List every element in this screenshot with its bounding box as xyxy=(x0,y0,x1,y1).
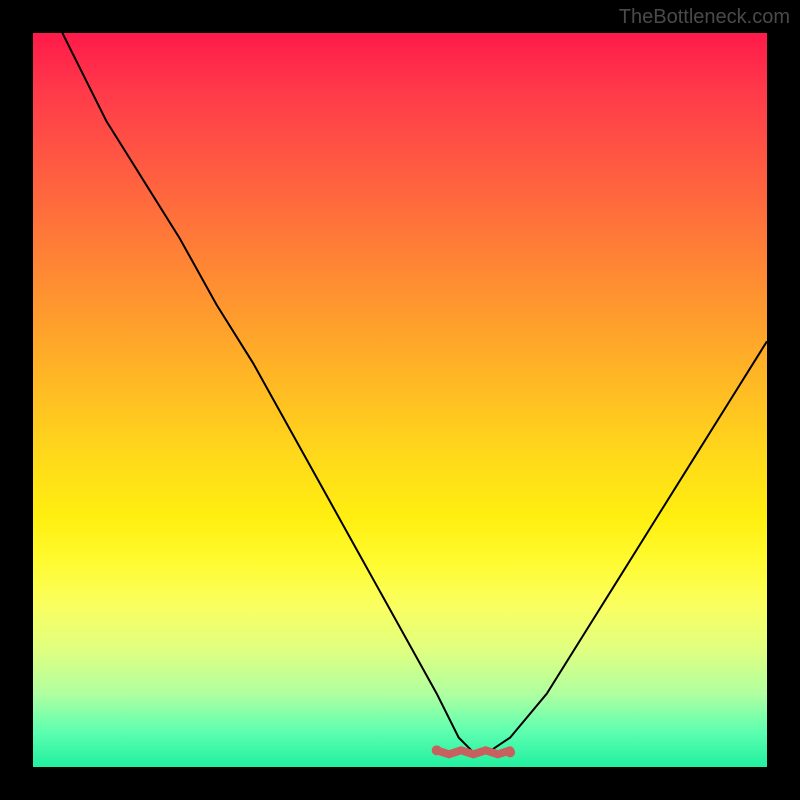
curve-svg xyxy=(33,33,767,767)
bottleneck-curve-line xyxy=(62,33,767,752)
optimal-zone-highlight xyxy=(437,750,510,754)
highlight-endpoint-left xyxy=(432,745,442,755)
highlight-endpoint-right xyxy=(505,747,515,757)
chart-plot-area xyxy=(33,33,767,767)
watermark-text: TheBottleneck.com xyxy=(619,6,790,29)
